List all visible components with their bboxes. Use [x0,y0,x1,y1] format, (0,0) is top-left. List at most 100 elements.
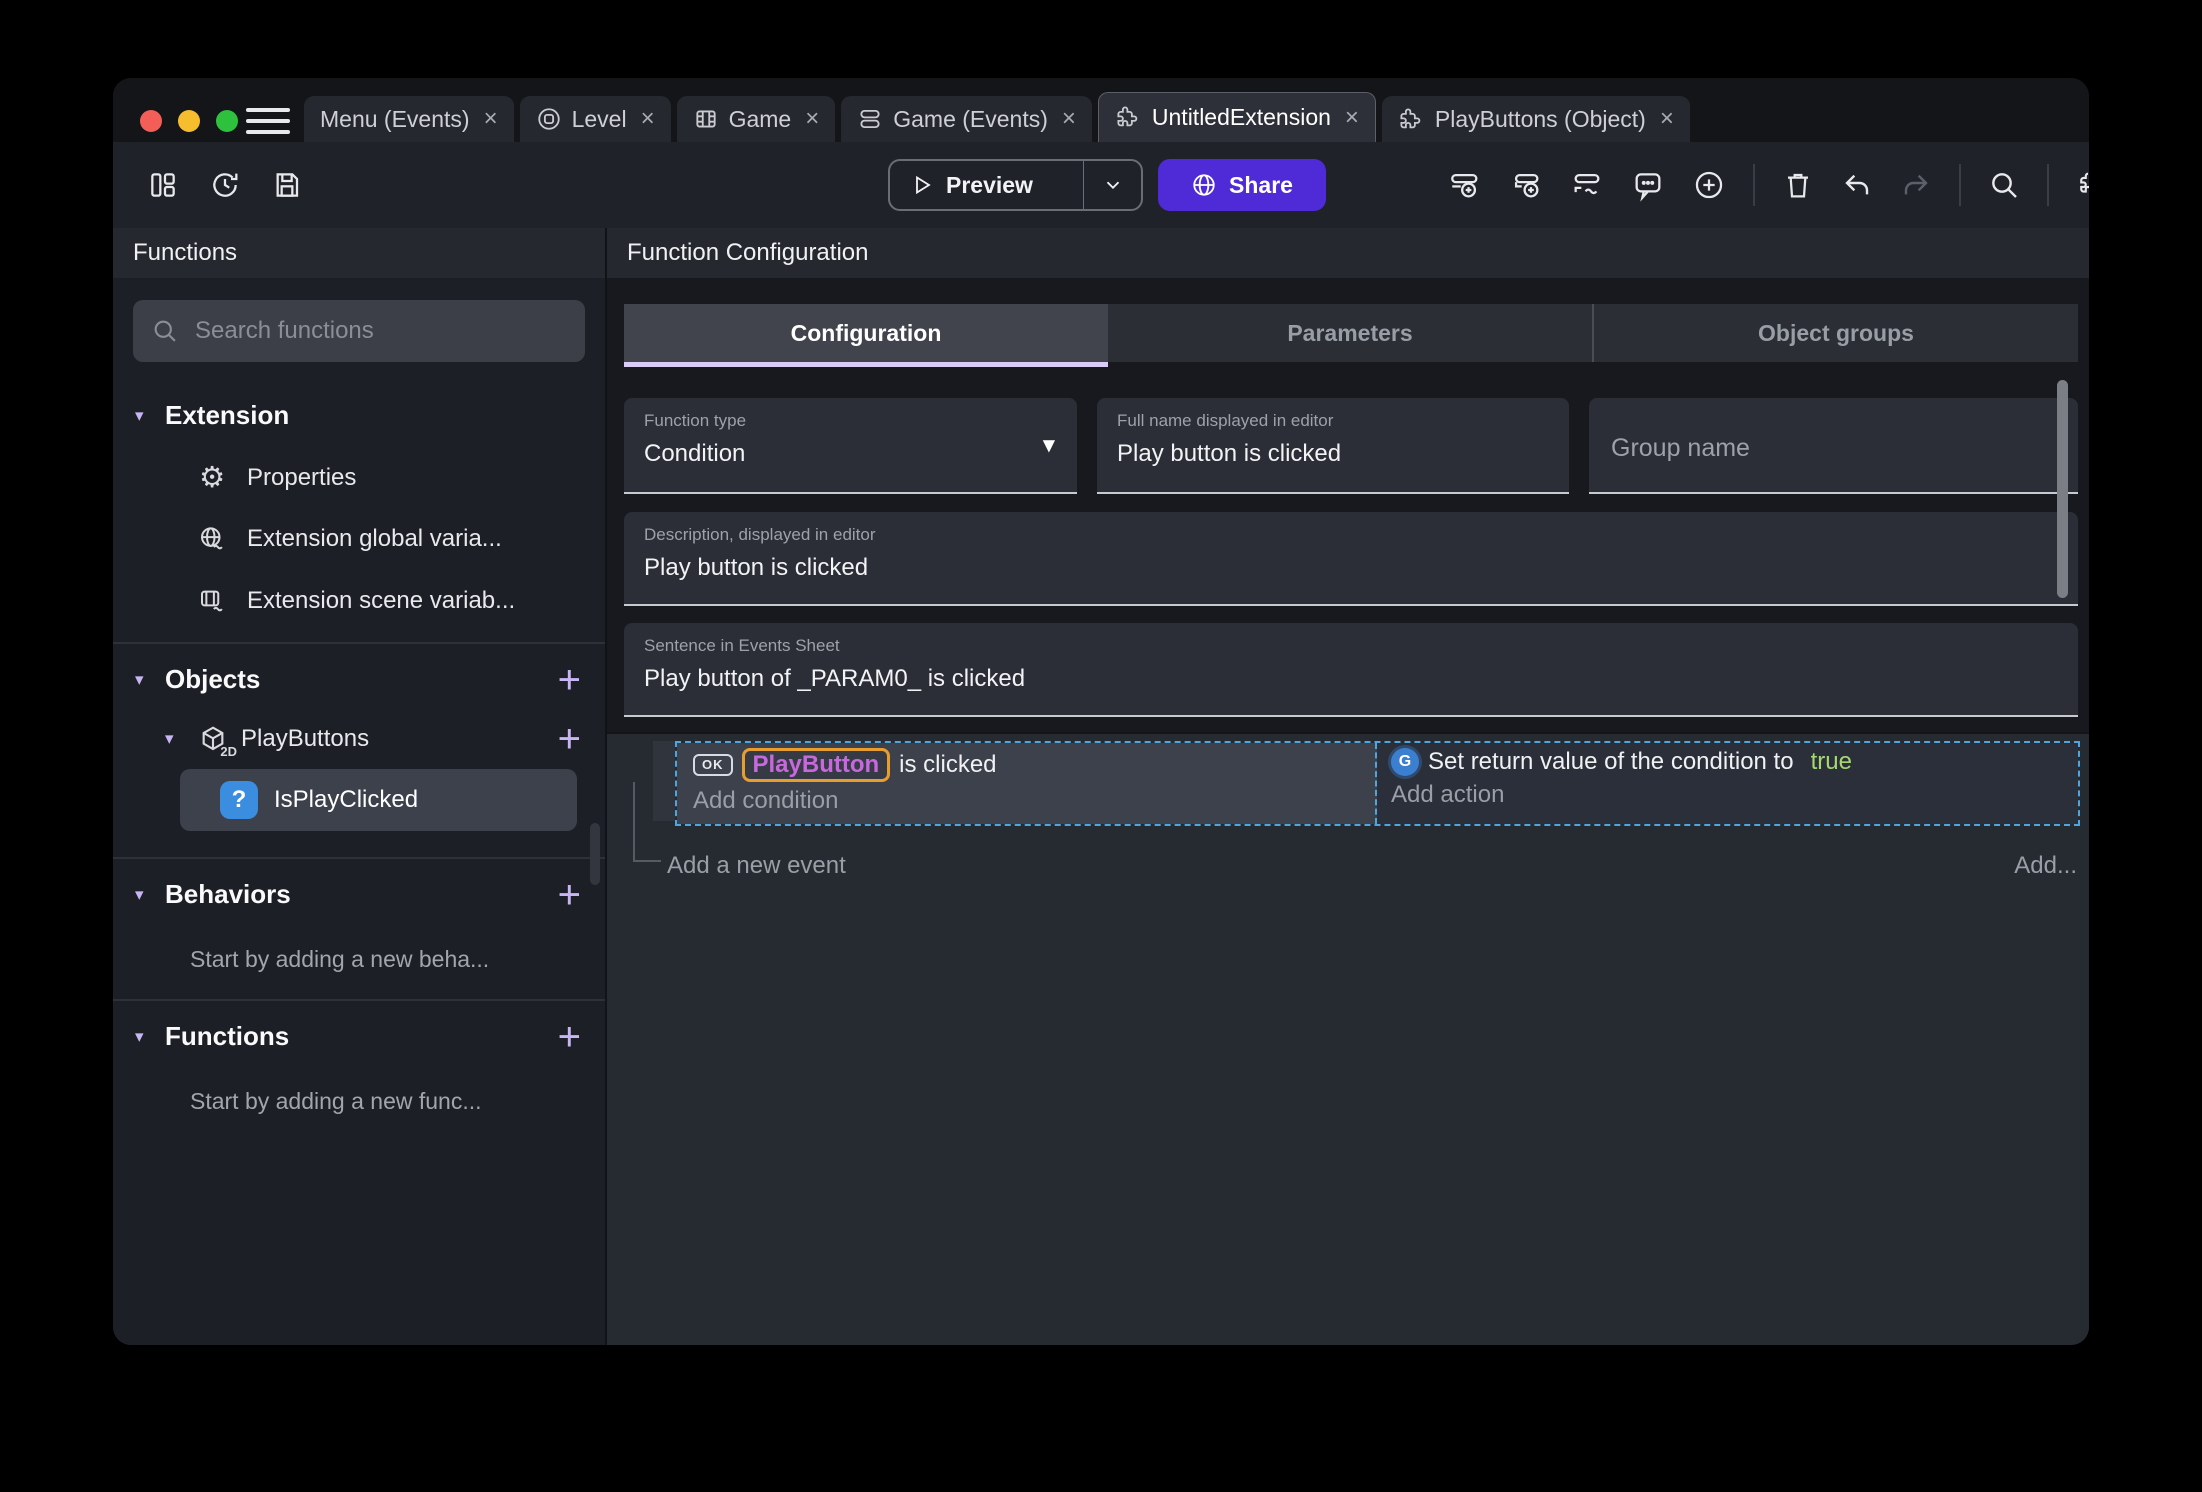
chevron-down-icon[interactable]: ▾ [135,670,157,690]
description-field[interactable]: Description, displayed in editor Play bu… [624,512,2078,606]
chevron-down-icon[interactable]: ▾ [135,885,157,905]
chevron-down-icon[interactable]: ▾ [135,1027,157,1047]
item-label: Extension scene variab... [247,587,516,614]
share-label: Share [1229,171,1293,198]
add-behavior-button[interactable]: + [558,875,581,915]
undo-icon[interactable] [1841,169,1873,201]
share-button[interactable]: Share [1158,159,1326,211]
minimize-window-button[interactable] [178,110,200,132]
add-condition-link[interactable]: Add condition [693,787,1359,815]
film-icon [693,106,719,132]
zoom-window-button[interactable] [216,110,238,132]
group-name-field[interactable] [1589,398,2078,494]
selected-object-chip[interactable]: PlayButton [741,748,891,782]
tab-level[interactable]: Level × [519,96,671,142]
add-subevent-icon[interactable] [1509,168,1543,202]
content-area: Functions ▾ Extension ⚙ [113,228,2089,1345]
puzzle-icon [1115,104,1142,131]
add-other-event-icon[interactable] [1570,168,1604,202]
close-icon[interactable]: × [484,107,498,131]
sentence-field[interactable]: Sentence in Events Sheet Play button of … [624,623,2078,717]
objects-section-header[interactable]: ▾ Objects + [113,660,605,700]
item-label: IsPlayClicked [274,786,419,813]
main-scrollbar[interactable] [2057,380,2068,598]
tab-object-groups[interactable]: Object groups [1592,304,2078,362]
history-icon[interactable] [209,169,241,201]
sidebar-item-isplayclicked[interactable]: ? IsPlayClicked [180,769,577,831]
add-object-button[interactable]: + [558,660,581,700]
full-name-value: Play button is clicked [1117,440,1342,467]
save-icon[interactable] [271,169,303,201]
conditions-cell[interactable]: OK PlayButton is clicked Add condition [677,743,1377,824]
tab-untitled-extension[interactable]: UntitledExtension × [1097,92,1376,142]
main-menu-icon[interactable] [246,108,290,134]
tab-game[interactable]: Game × [676,96,836,142]
sidebar-body: ▾ Extension ⚙ Properties Extension globa… [113,278,605,1345]
tab-label: Game (Events) [893,105,1048,132]
main-panel-title: Function Configuration [607,228,2089,278]
add-circle-icon[interactable] [1692,168,1726,202]
function-type-select[interactable]: Function type Condition ▼ [624,398,1077,494]
button-object-icon: OK [693,753,733,777]
description-value: Play button is clicked [644,554,869,581]
edit-extension-icon[interactable] [2076,168,2089,202]
selected-event-row[interactable]: OK PlayButton is clicked Add condition G… [675,741,2080,826]
screenshot-stage: Menu (Events) × Level × Game × Game (Eve… [0,0,2202,1492]
panels-layout-icon[interactable] [147,169,179,201]
configuration-tabs: Configuration Parameters Object groups [624,304,2078,367]
search-functions-box [133,300,585,362]
preview-button[interactable]: Preview [888,159,1143,211]
preview-dropdown-button[interactable] [1083,161,1141,209]
item-label: PlayButtons [241,725,370,752]
close-icon[interactable]: × [1660,107,1674,131]
close-icon[interactable]: × [1062,107,1076,131]
events-sheet-icon [857,106,883,132]
tab-parameters[interactable]: Parameters [1108,304,1592,362]
full-name-field[interactable]: Full name displayed in editor Play butto… [1097,398,1569,494]
section-divider [113,999,605,1001]
add-action-link[interactable]: Add action [1391,781,2062,809]
behaviors-section-header[interactable]: ▾ Behaviors + [113,875,605,915]
sidebar-item-properties[interactable]: ⚙ Properties [113,463,605,492]
puzzle-icon [1398,106,1425,133]
redo-icon[interactable] [1900,169,1932,201]
extension-section-header[interactable]: ▾ Extension [113,400,605,431]
app-window: Menu (Events) × Level × Game × Game (Eve… [113,78,2089,1345]
tab-game-events[interactable]: Game (Events) × [841,96,1092,142]
sidebar-scrollbar[interactable] [590,823,600,885]
chevron-down-icon[interactable]: ▾ [135,406,157,426]
item-label: Properties [247,463,357,491]
actions-cell[interactable]: G Set return value of the condition to t… [1377,743,2078,824]
delete-icon[interactable] [1782,169,1814,201]
sidebar-item-playbuttons[interactable]: ▾ 2D PlayButtons + [113,719,605,759]
add-object-function-button[interactable]: + [558,719,581,759]
sidebar-item-extension-global-variables[interactable]: Extension global varia... [113,524,605,554]
close-icon[interactable]: × [1345,105,1359,130]
search-icon[interactable] [1988,169,2020,201]
sidebar-item-extension-scene-variables[interactable]: Extension scene variab... [113,586,605,616]
toolbar-right-group [1448,142,2089,228]
add-comment-icon[interactable] [1631,168,1665,202]
add-new-event-link[interactable]: Add a new event [667,852,846,880]
tab-label: UntitledExtension [1151,104,1331,130]
editor-tabs: Menu (Events) × Level × Game × Game (Eve… [304,92,1690,142]
add-function-button[interactable]: + [558,1017,581,1057]
add-more-link[interactable]: Add... [2014,852,2077,880]
function-configuration-panel: Function Configuration Configuration Par… [607,228,2089,1345]
tab-playbuttons-object[interactable]: PlayButtons (Object) × [1381,96,1690,142]
configuration-form: Configuration Parameters Object groups F… [607,278,2089,717]
add-event-icon[interactable] [1448,168,1482,202]
close-window-button[interactable] [140,110,162,132]
functions-section-header[interactable]: ▾ Functions + [113,1017,605,1057]
group-name-input[interactable] [1609,413,2060,483]
close-icon[interactable]: × [641,107,655,131]
close-icon[interactable]: × [805,107,819,131]
globe-variable-icon [195,524,229,554]
top-fields-row: Function type Condition ▼ Full name disp… [624,398,2078,494]
section-divider [113,642,605,644]
search-functions-input[interactable] [193,316,567,346]
tab-label: Level [571,105,627,132]
chevron-down-icon[interactable]: ▾ [165,729,187,749]
tab-menu-events[interactable]: Menu (Events) × [304,96,514,142]
tab-configuration[interactable]: Configuration [624,304,1108,367]
